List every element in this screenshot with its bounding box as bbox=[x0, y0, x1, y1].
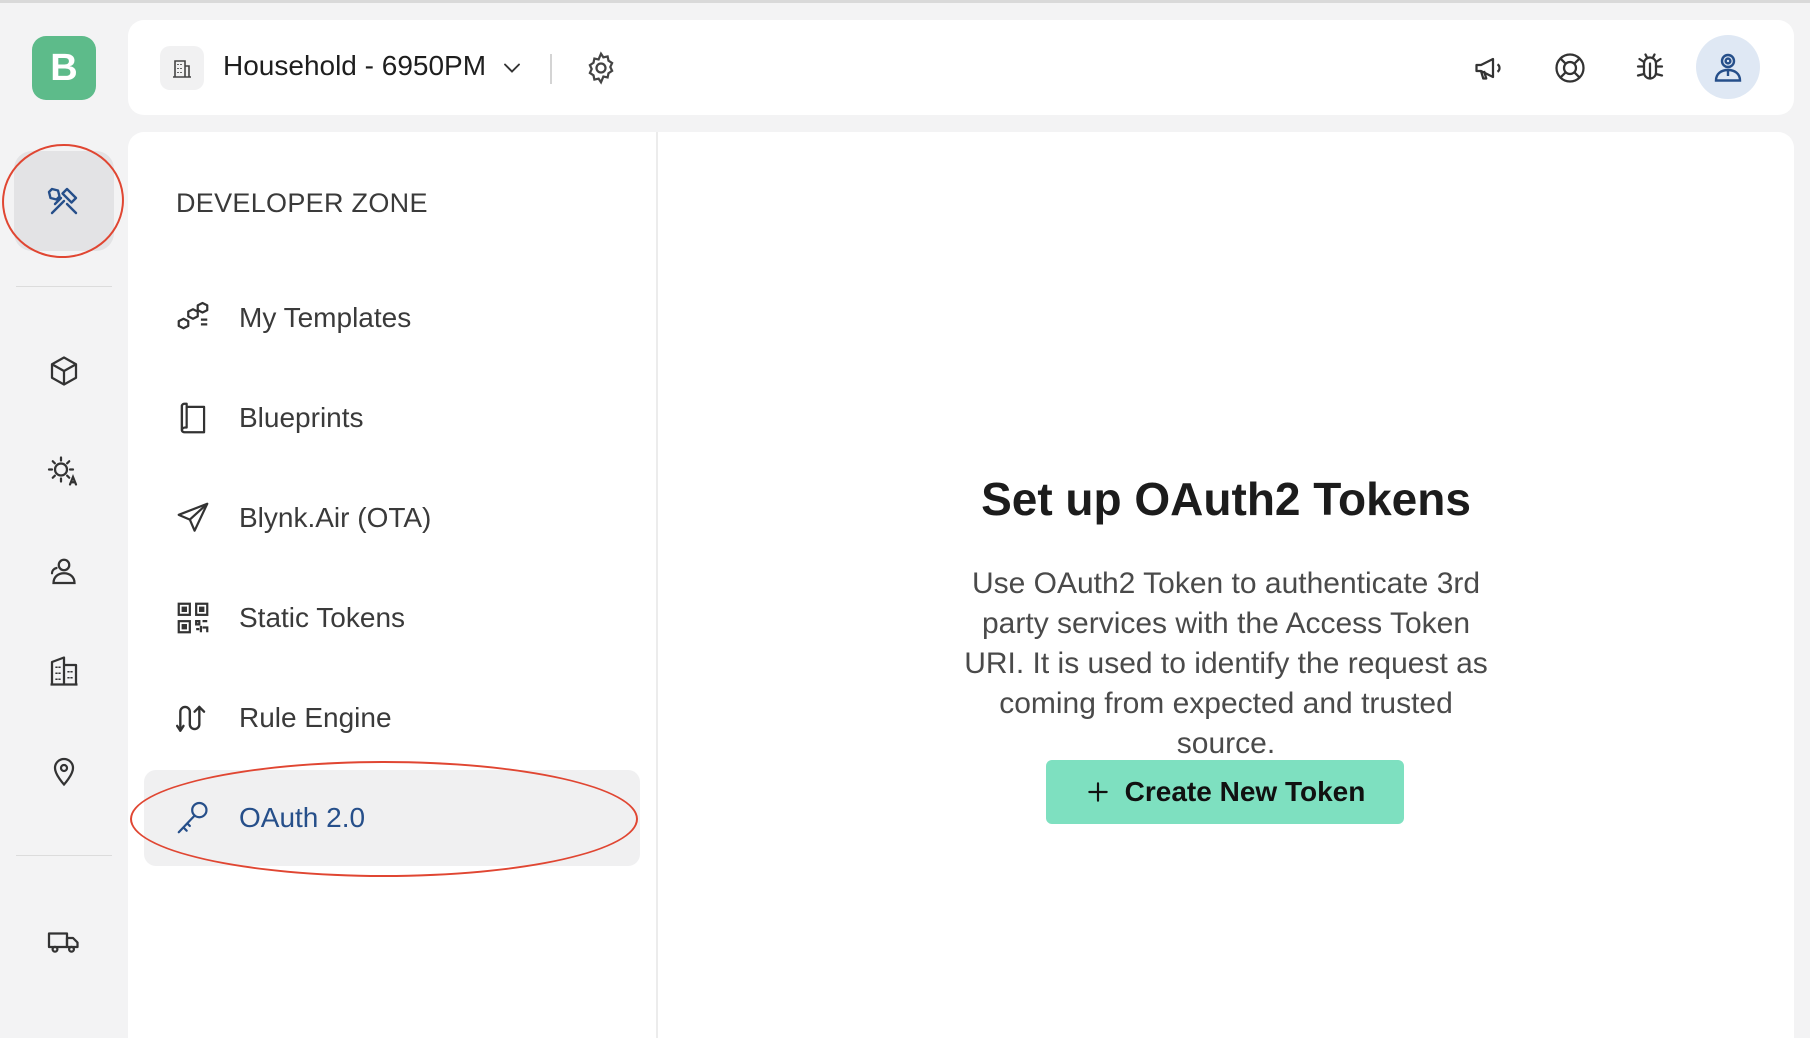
paper-plane-icon bbox=[177, 502, 209, 532]
gear-icon[interactable] bbox=[583, 50, 619, 86]
rail-divider bbox=[16, 855, 112, 856]
annotation-oval bbox=[130, 761, 638, 877]
nav-item-label: Blynk.Air (OTA) bbox=[239, 502, 432, 533]
nav-item-static-tokens[interactable]: Static Tokens bbox=[144, 570, 640, 666]
plus-icon bbox=[1087, 782, 1108, 802]
truck-icon bbox=[47, 932, 79, 953]
nav-item-label: Static Tokens bbox=[239, 602, 406, 633]
blynk-logo[interactable]: B bbox=[32, 36, 96, 100]
building-icon bbox=[173, 60, 191, 78]
chevron-down-icon[interactable] bbox=[498, 54, 526, 82]
user-avatar-icon bbox=[1714, 53, 1742, 82]
map-pin-icon bbox=[53, 757, 75, 787]
announcements-button[interactable] bbox=[1468, 46, 1512, 90]
developer-zone-title: DEVELOPER ZONE bbox=[176, 188, 428, 218]
building-icon bbox=[50, 656, 78, 686]
nav-item-blynk-air[interactable]: Blynk.Air (OTA) bbox=[144, 470, 640, 566]
blueprint-icon bbox=[180, 402, 206, 434]
nav-item-rule-engine[interactable]: Rule Engine bbox=[144, 670, 640, 766]
window-top-border bbox=[0, 0, 1810, 3]
users-icon bbox=[50, 558, 76, 585]
page-description: Use OAuth2 Token to authenticate 3rd par… bbox=[964, 567, 1488, 760]
nav-item-my-templates[interactable]: My Templates bbox=[144, 270, 640, 366]
rail-item-products[interactable] bbox=[14, 321, 114, 421]
help-button[interactable] bbox=[1548, 46, 1592, 90]
content-area: DEVELOPER ZONE My Templates Blueprints B… bbox=[128, 132, 1794, 1038]
nav-item-label: My Templates bbox=[239, 302, 412, 333]
rail-item-users[interactable] bbox=[14, 521, 114, 621]
main-sidebar: B bbox=[0, 3, 130, 1038]
rail-divider bbox=[16, 286, 112, 287]
templates-icon bbox=[177, 301, 209, 330]
rail-item-automations[interactable] bbox=[14, 421, 114, 521]
create-new-token-button[interactable]: Create New Token bbox=[1046, 760, 1404, 824]
rail-item-fleet[interactable] bbox=[14, 891, 114, 991]
avatar[interactable] bbox=[1696, 35, 1760, 99]
megaphone-icon bbox=[1475, 57, 1501, 80]
page-title: Set up OAuth2 Tokens bbox=[981, 473, 1471, 525]
org-switcher-icon[interactable] bbox=[160, 46, 204, 90]
nav-item-label: Blueprints bbox=[239, 402, 364, 433]
header-divider bbox=[550, 54, 552, 84]
report-bug-button[interactable] bbox=[1628, 46, 1672, 90]
nav-item-blueprints[interactable]: Blueprints bbox=[144, 370, 640, 466]
rail-item-locations[interactable] bbox=[14, 721, 114, 821]
qr-code-icon bbox=[177, 602, 209, 634]
rail-item-organizations[interactable] bbox=[14, 621, 114, 721]
rule-engine-icon bbox=[175, 705, 206, 732]
top-header: Household - 6950PM bbox=[128, 20, 1794, 115]
button-label: Create New Token bbox=[1124, 776, 1366, 807]
nav-item-label: Rule Engine bbox=[239, 702, 392, 733]
cube-icon bbox=[50, 356, 78, 386]
bug-icon bbox=[1636, 53, 1664, 80]
sun-automation-icon bbox=[47, 456, 78, 486]
panel-divider bbox=[656, 132, 658, 1038]
lifebuoy-icon bbox=[1555, 53, 1585, 83]
org-switcher[interactable]: Household - 6950PM bbox=[223, 50, 486, 82]
